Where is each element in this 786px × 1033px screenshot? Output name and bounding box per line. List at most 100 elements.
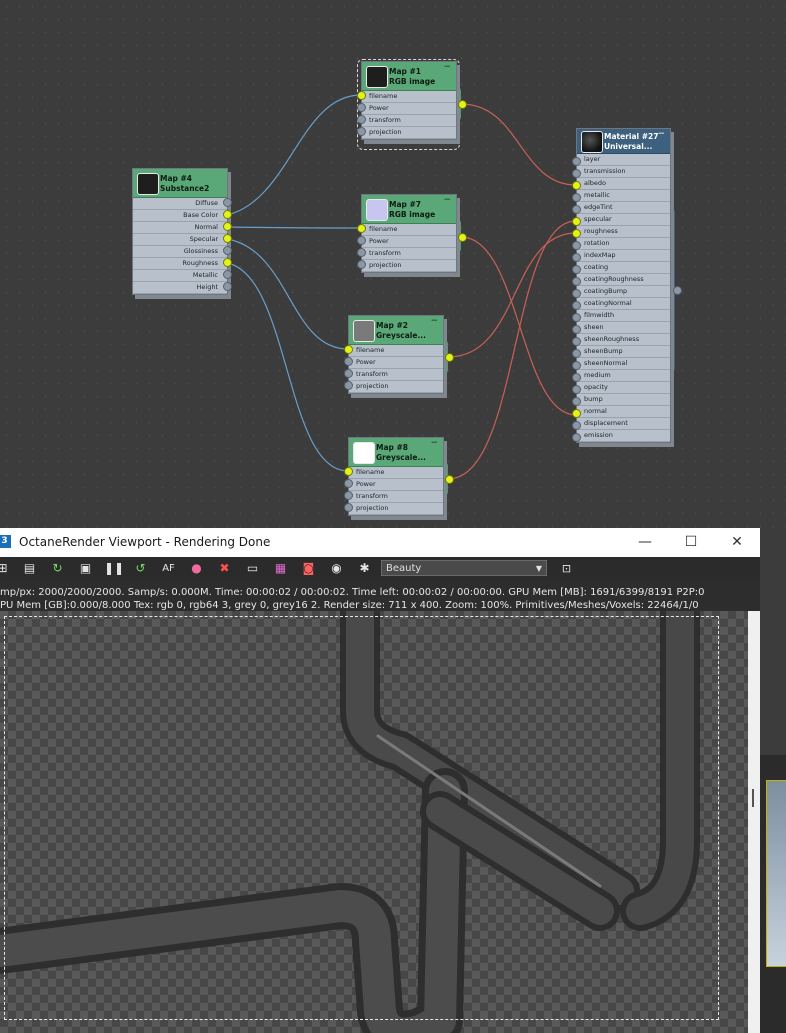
node-map8[interactable]: Map #8 Greyscale... − filename Power tra… bbox=[348, 437, 444, 516]
output-socket[interactable] bbox=[445, 475, 454, 484]
output-socket[interactable] bbox=[223, 258, 232, 267]
input-socket[interactable] bbox=[572, 205, 581, 214]
input-socket[interactable] bbox=[572, 277, 581, 286]
input-socket[interactable] bbox=[572, 361, 581, 370]
minimize-icon[interactable]: − bbox=[657, 129, 665, 139]
input-socket[interactable] bbox=[572, 325, 581, 334]
input-socket[interactable] bbox=[357, 260, 366, 269]
window-titlebar[interactable]: 3 OctaneRender Viewport - Rendering Done… bbox=[0, 528, 760, 557]
minimize-icon[interactable]: − bbox=[443, 195, 451, 205]
input-socket[interactable] bbox=[357, 103, 366, 112]
input-socket[interactable] bbox=[344, 369, 353, 378]
clipboard-icon[interactable]: ▤ bbox=[21, 560, 38, 577]
input-socket[interactable] bbox=[572, 217, 581, 226]
output-socket[interactable] bbox=[223, 246, 232, 255]
input-socket[interactable] bbox=[357, 224, 366, 233]
port-base-color[interactable]: Base Color bbox=[133, 210, 227, 222]
input-socket[interactable] bbox=[572, 313, 581, 322]
input-socket[interactable] bbox=[572, 265, 581, 274]
port-filename[interactable]: filename bbox=[362, 91, 456, 103]
node-header[interactable]: Map #2 Greyscale... − bbox=[349, 316, 443, 345]
input-socket[interactable] bbox=[572, 193, 581, 202]
node-map2[interactable]: Map #2 Greyscale... − filename Power tra… bbox=[348, 315, 444, 394]
snapshot-icon[interactable]: ◉ bbox=[328, 560, 345, 577]
input-socket[interactable] bbox=[357, 115, 366, 124]
port-power[interactable]: Power bbox=[349, 479, 443, 491]
port-sheenroughness[interactable]: sheenRoughness bbox=[577, 334, 670, 346]
material-picker-icon[interactable]: ✖ bbox=[216, 560, 233, 577]
input-socket[interactable] bbox=[357, 91, 366, 100]
output-socket[interactable] bbox=[223, 210, 232, 219]
port-filmwidth[interactable]: filmwidth bbox=[577, 310, 670, 322]
input-socket[interactable] bbox=[344, 491, 353, 500]
input-socket[interactable] bbox=[344, 479, 353, 488]
input-socket[interactable] bbox=[344, 467, 353, 476]
port-opacity[interactable]: opacity bbox=[577, 382, 670, 394]
input-socket[interactable] bbox=[572, 421, 581, 430]
input-socket[interactable] bbox=[572, 289, 581, 298]
port-sheennormal[interactable]: sheenNormal bbox=[577, 358, 670, 370]
input-socket[interactable] bbox=[572, 409, 581, 418]
node-map1[interactable]: Map #1 RGB image − filename Power transf… bbox=[361, 61, 457, 140]
send-scene-icon[interactable]: ⊞ bbox=[0, 560, 11, 577]
port-power[interactable]: Power bbox=[362, 103, 456, 115]
port-indexmap[interactable]: indexMap bbox=[577, 250, 670, 262]
minimize-icon[interactable]: − bbox=[443, 62, 451, 72]
port-coatingnormal[interactable]: coatingNormal bbox=[577, 298, 670, 310]
input-socket[interactable] bbox=[357, 248, 366, 257]
port-medium[interactable]: medium bbox=[577, 370, 670, 382]
output-socket[interactable] bbox=[223, 234, 232, 243]
port-transform[interactable]: transform bbox=[349, 369, 443, 381]
port-transform[interactable]: transform bbox=[362, 248, 456, 260]
input-socket[interactable] bbox=[572, 373, 581, 382]
port-bump[interactable]: bump bbox=[577, 394, 670, 406]
input-socket[interactable] bbox=[357, 127, 366, 136]
port-glossiness[interactable]: Glossiness bbox=[133, 246, 227, 258]
output-socket[interactable] bbox=[223, 282, 232, 291]
port-sheenbump[interactable]: sheenBump bbox=[577, 346, 670, 358]
input-socket[interactable] bbox=[572, 349, 581, 358]
port-filename[interactable]: filename bbox=[349, 467, 443, 479]
settings-icon[interactable]: ✱ bbox=[356, 560, 373, 577]
port-coatingbump[interactable]: coatingBump bbox=[577, 286, 670, 298]
output-socket[interactable] bbox=[673, 286, 682, 295]
port-projection[interactable]: projection bbox=[349, 503, 443, 515]
output-socket[interactable] bbox=[458, 233, 467, 242]
render-canvas[interactable] bbox=[0, 611, 748, 1033]
port-height[interactable]: Height bbox=[133, 282, 227, 294]
lock-icon[interactable]: ▣ bbox=[77, 560, 94, 577]
node-header[interactable]: Map #4 Substance2 bbox=[133, 169, 227, 198]
pause-icon[interactable]: ❚❚ bbox=[104, 560, 124, 577]
port-power[interactable]: Power bbox=[349, 357, 443, 369]
port-projection[interactable]: projection bbox=[349, 381, 443, 393]
port-projection[interactable]: projection bbox=[362, 260, 456, 272]
port-specular[interactable]: specular bbox=[577, 214, 670, 226]
port-sheen[interactable]: sheen bbox=[577, 322, 670, 334]
camera-icon[interactable]: ◙ bbox=[300, 560, 317, 577]
image-options-icon[interactable]: ⊡ bbox=[558, 560, 575, 577]
focus-picker-icon[interactable]: AF bbox=[160, 560, 177, 577]
port-normal[interactable]: Normal bbox=[133, 222, 227, 234]
input-socket[interactable] bbox=[572, 433, 581, 442]
port-transform[interactable]: transform bbox=[362, 115, 456, 127]
port-roughness[interactable]: roughness bbox=[577, 226, 670, 238]
input-socket[interactable] bbox=[344, 345, 353, 354]
port-coating[interactable]: coating bbox=[577, 262, 670, 274]
restart-icon[interactable]: ↻ bbox=[49, 560, 66, 577]
port-displacement[interactable]: displacement bbox=[577, 418, 670, 430]
port-power[interactable]: Power bbox=[362, 236, 456, 248]
port-coatingroughness[interactable]: coatingRoughness bbox=[577, 274, 670, 286]
port-layer[interactable]: layer bbox=[577, 154, 670, 166]
output-socket[interactable] bbox=[223, 222, 232, 231]
input-socket[interactable] bbox=[572, 169, 581, 178]
input-socket[interactable] bbox=[344, 357, 353, 366]
node-graph-editor[interactable]: Map #1 RGB image − filename Power transf… bbox=[0, 0, 786, 528]
output-socket[interactable] bbox=[223, 198, 232, 207]
node-material27[interactable]: Material #27 Universal... − layer transmi… bbox=[576, 128, 671, 443]
input-socket[interactable] bbox=[572, 181, 581, 190]
port-edgetint[interactable]: edgeTint bbox=[577, 202, 670, 214]
color-picker-icon[interactable]: ● bbox=[188, 560, 205, 577]
minimize-icon[interactable]: − bbox=[430, 438, 438, 448]
port-albedo[interactable]: albedo bbox=[577, 178, 670, 190]
port-roughness[interactable]: Roughness bbox=[133, 258, 227, 270]
